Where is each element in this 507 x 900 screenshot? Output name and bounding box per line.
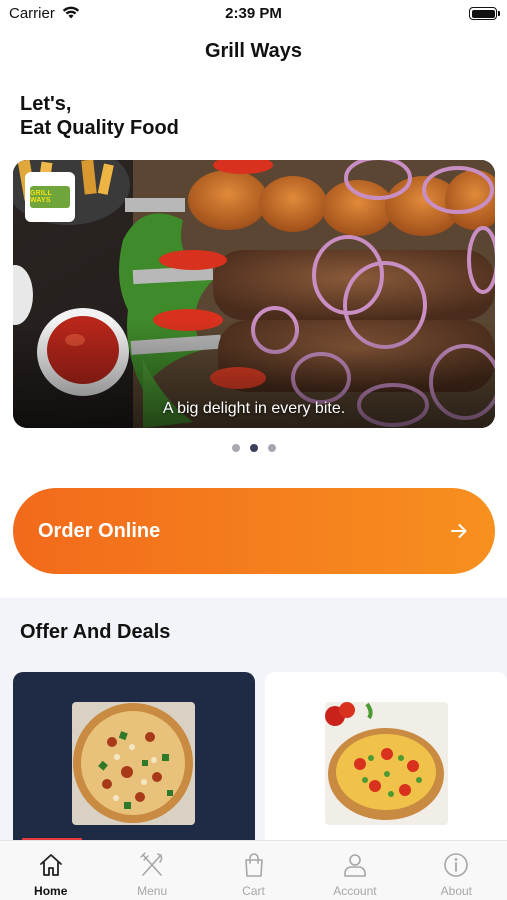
page-dot-active[interactable] bbox=[249, 444, 258, 452]
tab-label: About bbox=[440, 884, 472, 898]
home-icon bbox=[39, 854, 62, 876]
tab-label: Account bbox=[333, 884, 377, 898]
order-online-label: Order Online bbox=[38, 519, 161, 542]
logo-text: GRILL WAYS bbox=[30, 190, 52, 204]
tab-bar: Home Menu Cart Account About bbox=[0, 840, 507, 900]
status-bar: Carrier 2:39 PM bbox=[0, 0, 507, 30]
tab-cart[interactable]: Cart bbox=[203, 841, 304, 900]
greeting-line-2: Eat Quality Food bbox=[20, 117, 179, 139]
deal-card-2[interactable] bbox=[265, 672, 507, 852]
tab-account[interactable]: Account bbox=[304, 841, 405, 900]
person-icon bbox=[344, 854, 366, 877]
greeting-heading: Let's, Eat Quality Food bbox=[20, 92, 179, 140]
offers-title: Offer And Deals bbox=[20, 621, 171, 643]
fork-knife-icon bbox=[140, 852, 163, 876]
grilled-kebab-photo bbox=[13, 160, 495, 428]
page-dot[interactable] bbox=[267, 444, 276, 452]
offers-section: Offer And Deals bbox=[0, 598, 507, 852]
carousel-page-indicator[interactable] bbox=[0, 444, 507, 452]
tab-menu[interactable]: Menu bbox=[101, 841, 202, 900]
battery-icon bbox=[469, 7, 500, 20]
info-icon bbox=[444, 853, 469, 877]
bag-icon bbox=[244, 853, 263, 877]
restaurant-logo: GRILL WAYS bbox=[25, 172, 75, 222]
arrow-right-icon bbox=[451, 524, 467, 538]
tab-about[interactable]: About bbox=[406, 841, 507, 900]
page-title: Grill Ways bbox=[204, 40, 303, 62]
tab-label: Home bbox=[34, 884, 68, 898]
status-time: 2:39 PM bbox=[225, 5, 282, 22]
tab-label: Cart bbox=[242, 884, 265, 898]
tab-home[interactable]: Home bbox=[0, 841, 101, 900]
pizza-image bbox=[72, 702, 195, 825]
page-dot[interactable] bbox=[231, 444, 240, 452]
pizza-image bbox=[325, 702, 448, 825]
tab-label: Menu bbox=[137, 884, 168, 898]
order-online-button[interactable]: Order Online bbox=[13, 488, 495, 574]
deal-card-1[interactable] bbox=[13, 672, 255, 852]
banner-caption: A big delight in every bite. bbox=[162, 400, 346, 417]
greeting-line-1: Let's, bbox=[20, 93, 72, 115]
hero-banner-carousel[interactable]: GRILL WAYS A big delight in every bite. bbox=[13, 160, 495, 428]
